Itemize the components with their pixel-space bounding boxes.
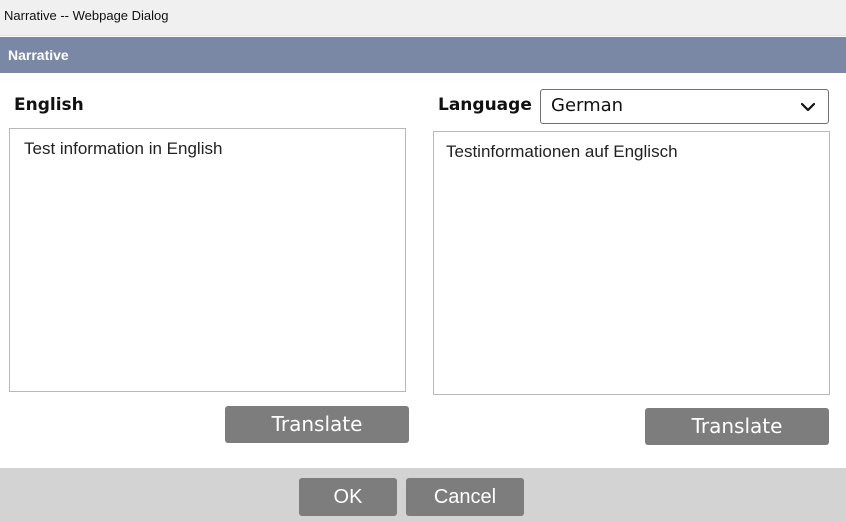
cancel-button[interactable]: Cancel: [406, 478, 524, 516]
translate-language-button[interactable]: Translate: [645, 408, 829, 445]
language-label: Language: [438, 95, 532, 115]
dialog-footer: OK Cancel: [0, 468, 846, 522]
dialog-title: Narrative: [8, 47, 69, 63]
chevron-down-icon: [800, 102, 816, 112]
dialog-header: Narrative: [0, 37, 846, 73]
translated-text-area[interactable]: Testinformationen auf Englisch: [433, 131, 830, 395]
window-titlebar: Narrative -- Webpage Dialog: [0, 0, 846, 36]
language-select-value: German: [551, 95, 624, 116]
english-label: English: [14, 95, 84, 115]
window-title: Narrative -- Webpage Dialog: [4, 8, 169, 23]
english-text-area[interactable]: Test information in English: [9, 128, 406, 392]
language-select[interactable]: German: [540, 89, 829, 124]
translate-english-button[interactable]: Translate: [225, 406, 409, 443]
ok-button[interactable]: OK: [299, 478, 397, 516]
